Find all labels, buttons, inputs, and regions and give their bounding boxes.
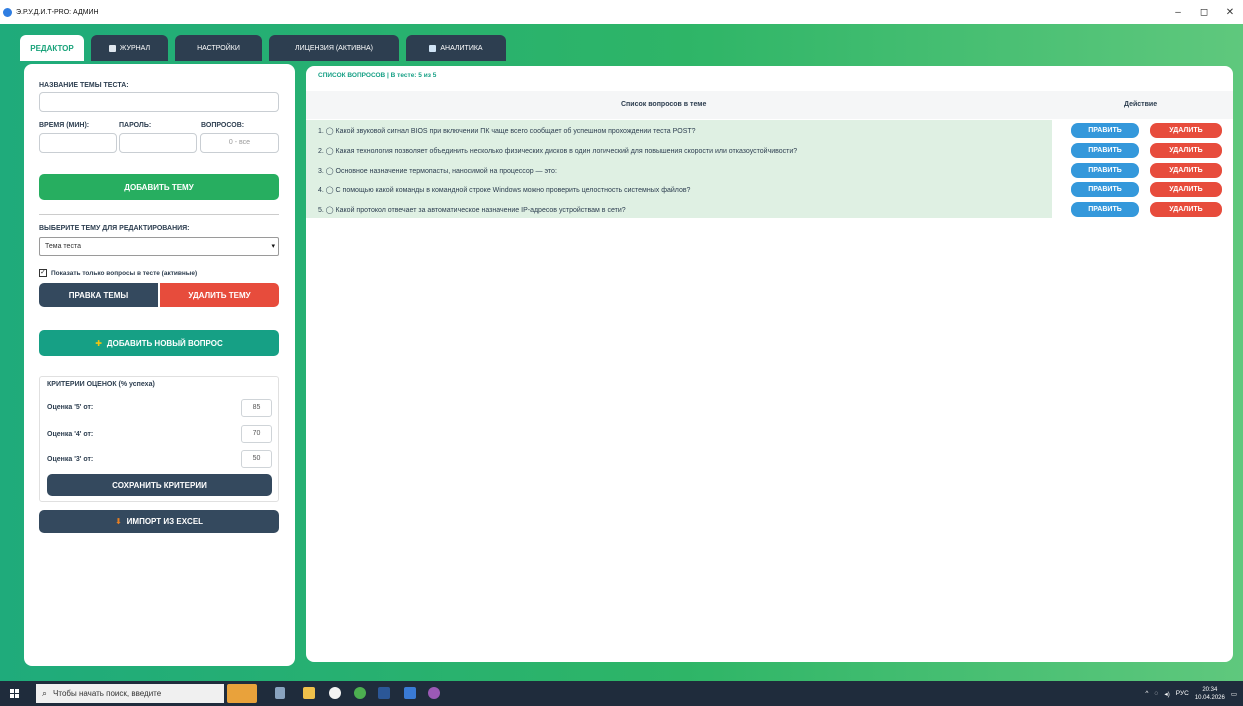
pin-app-icon[interactable] (428, 687, 440, 699)
task-view-icon[interactable] (275, 687, 285, 699)
edit-question-button[interactable]: ПРАВИТЬ (1071, 182, 1139, 197)
criteria-title: КРИТЕРИИ ОЦЕНОК (% успеха) (47, 381, 155, 388)
window-titlebar: Э.Р.У.Д.И.Т-PRO: АДМИН – ◻ ✕ (0, 0, 1243, 24)
tab-settings[interactable]: НАСТРОЙКИ (175, 35, 262, 61)
close-button[interactable]: ✕ (1217, 7, 1243, 18)
tab-journal[interactable]: ЖУРНАЛ (91, 35, 168, 61)
question-row[interactable]: 2. ◯ Какая технология позволяет объедини… (318, 147, 797, 155)
topic-select-value: Тема теста (45, 243, 81, 250)
criteria-box: КРИТЕРИИ ОЦЕНОК (% успеха) Оценка '5' от… (39, 376, 279, 502)
file-explorer-icon[interactable] (303, 687, 315, 699)
show-active-label: Показать только вопросы в тесте (активны… (51, 269, 198, 277)
notification-icon[interactable]: ▭ (1231, 690, 1237, 698)
password-input[interactable] (119, 133, 197, 153)
criteria-input-4[interactable]: 70 (241, 425, 272, 443)
questions-panel: СПИСОК ВОПРОСОВ | В тесте: 5 из 5 Список… (306, 66, 1233, 662)
delete-topic-button[interactable]: УДАЛИТЬ ТЕМУ (160, 283, 279, 307)
volume-icon[interactable]: ◂) (1164, 690, 1169, 698)
add-topic-button[interactable]: ДОБАВИТЬ ТЕМУ (39, 174, 279, 200)
delete-question-button[interactable]: УДАЛИТЬ (1150, 202, 1222, 217)
questions-count-label: ВОПРОСОВ: (201, 122, 245, 129)
yandex-browser-icon[interactable] (329, 687, 341, 699)
tab-label: НАСТРОЙКИ (197, 44, 240, 52)
tab-editor[interactable]: РЕДАКТОР (20, 35, 84, 61)
plus-icon: ✚ (95, 338, 102, 348)
delete-question-button[interactable]: УДАЛИТЬ (1150, 143, 1222, 158)
select-topic-label: ВЫБЕРИТЕ ТЕМУ ДЛЯ РЕДАКТИРОВАНИЯ: (39, 225, 190, 232)
topic-name-input[interactable] (39, 92, 279, 112)
search-highlight-image (227, 684, 257, 703)
add-question-button[interactable]: ✚ ДОБАВИТЬ НОВЫЙ ВОПРОС (39, 330, 279, 356)
journal-icon (108, 44, 116, 52)
editor-panel: НАЗВАНИЕ ТЕМЫ ТЕСТА: ВРЕМЯ (МИН): ПАРОЛЬ… (24, 64, 295, 666)
network-icon[interactable]: ◌ (1154, 690, 1158, 697)
topic-select[interactable]: Тема теста ▾ (39, 237, 279, 256)
tab-bar: РЕДАКТОР ЖУРНАЛ НАСТРОЙКИ ЛИЦЕНЗИЯ (АКТИ… (20, 35, 506, 61)
question-row[interactable]: 5. ◯ Какой протокол отвечает за автомати… (318, 206, 626, 214)
system-tray: ^ ◌ ◂) РУС 20:34 10.04.2026 ▭ (1145, 681, 1237, 706)
show-active-row[interactable]: ✓ Показать только вопросы в тесте (актив… (39, 269, 197, 277)
delete-question-button[interactable]: УДАЛИТЬ (1150, 182, 1222, 197)
table-header: Список вопросов в теме Действие (306, 91, 1233, 119)
clock-date: 10.04.2026 (1194, 694, 1225, 701)
clock-time: 20:34 (1202, 686, 1218, 693)
delete-question-button[interactable]: УДАЛИТЬ (1150, 163, 1222, 178)
import-icon: ⬇ (114, 517, 122, 526)
question-row[interactable]: 4. ◯ С помощью какой команды в командной… (318, 186, 690, 194)
chart-icon (429, 44, 437, 52)
col-questions: Список вопросов в теме (621, 101, 707, 108)
time-input[interactable] (39, 133, 117, 153)
taskbar-search[interactable]: ⌕ Чтобы начать поиск, введите (36, 684, 224, 703)
show-active-checkbox[interactable]: ✓ (39, 269, 47, 277)
delete-question-button[interactable]: УДАЛИТЬ (1150, 123, 1222, 138)
topic-name-label: НАЗВАНИЕ ТЕМЫ ТЕСТА: (39, 82, 129, 89)
import-excel-button[interactable]: ⬇ ИМПОРТ ИЗ EXCEL (39, 510, 279, 533)
criteria-label-4: Оценка '4' от: (47, 431, 94, 438)
search-placeholder: Чтобы начать поиск, введите (53, 689, 162, 698)
divider (39, 214, 279, 215)
window-controls: – ◻ ✕ (1165, 0, 1243, 24)
maximize-button[interactable]: ◻ (1191, 7, 1217, 18)
tray-chevron-icon[interactable]: ^ (1145, 690, 1148, 697)
add-question-label: ДОБАВИТЬ НОВЫЙ ВОПРОС (106, 338, 223, 348)
criteria-input-5[interactable]: 85 (241, 399, 272, 417)
edit-topic-button[interactable]: ПРАВКА ТЕМЫ (39, 283, 158, 307)
question-row[interactable]: 1. ◯ Какой звуковой сигнал BIOS при вклю… (318, 127, 696, 135)
col-action: Действие (1124, 101, 1158, 108)
tab-label: АНАЛИТИКА (440, 44, 483, 52)
chrome-icon[interactable] (354, 687, 366, 699)
edit-question-button[interactable]: ПРАВИТЬ (1071, 143, 1139, 158)
question-row[interactable]: 3. ◯ Основное назначение термопасты, нан… (318, 167, 557, 175)
search-icon: ⌕ (42, 688, 48, 698)
questions-header: СПИСОК ВОПРОСОВ | В тесте: 5 из 5 (318, 72, 437, 79)
window-title: Э.Р.У.Д.И.Т-PRO: АДМИН (16, 8, 99, 16)
criteria-label-5: Оценка '5' от: (47, 404, 94, 411)
tab-label: РЕДАКТОР (30, 43, 74, 53)
edit-question-button[interactable]: ПРАВИТЬ (1071, 163, 1139, 178)
edit-question-button[interactable]: ПРАВИТЬ (1071, 202, 1139, 217)
chevron-down-icon: ▾ (271, 243, 275, 250)
tab-license[interactable]: ЛИЦЕНЗИЯ (АКТИВНА) (269, 35, 399, 61)
criteria-input-3[interactable]: 50 (241, 450, 272, 468)
clock[interactable]: 20:34 10.04.2026 (1195, 686, 1225, 702)
windows-start-icon[interactable] (10, 688, 20, 699)
app-taskbar-icon[interactable] (404, 687, 416, 699)
language-indicator[interactable]: РУС (1176, 690, 1189, 697)
save-criteria-button[interactable]: СОХРАНИТЬ КРИТЕРИИ (47, 474, 272, 496)
tab-analytics[interactable]: АНАЛИТИКА (406, 35, 506, 61)
password-label: ПАРОЛЬ: (119, 122, 152, 129)
minimize-button[interactable]: – (1165, 7, 1191, 18)
import-excel-label: ИМПОРТ ИЗ EXCEL (126, 517, 204, 526)
taskbar: ⌕ Чтобы начать поиск, введите ^ ◌ ◂) РУС… (0, 681, 1243, 706)
questions-count-input[interactable]: 0 - все (200, 133, 279, 153)
app-icon (3, 7, 12, 17)
edit-question-button[interactable]: ПРАВИТЬ (1071, 123, 1139, 138)
time-label: ВРЕМЯ (МИН): (39, 122, 90, 129)
tab-label: ЛИЦЕНЗИЯ (АКТИВНА) (295, 44, 373, 52)
criteria-label-3: Оценка '3' от: (47, 456, 94, 463)
tab-label: ЖУРНАЛ (119, 44, 151, 52)
word-icon[interactable] (378, 687, 390, 699)
